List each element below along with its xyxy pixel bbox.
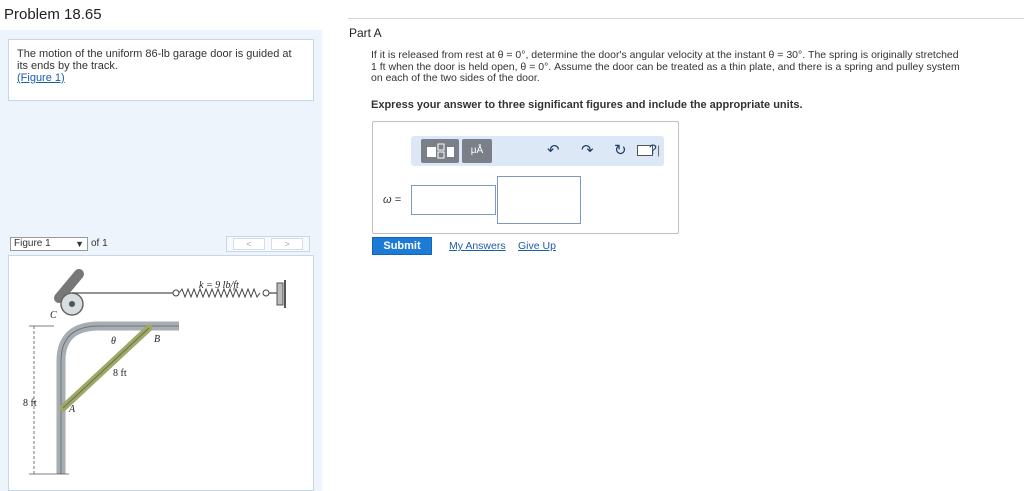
question-line-1: If it is released from rest at θ = 0°, d… — [371, 49, 959, 61]
spring-end-left — [172, 289, 180, 297]
label-b: B — [154, 334, 160, 345]
figure-select[interactable]: Figure 1 ▼ — [10, 237, 88, 251]
answer-instruction: Express your answer to three significant… — [371, 99, 803, 111]
pulley-hub — [69, 301, 75, 307]
garage-door-edge — [62, 327, 150, 409]
part-label: Part A — [349, 26, 382, 40]
reset-icon[interactable]: ↻ — [614, 142, 627, 160]
answer-box: μÅ ↶ ↷ ↻ | ? ω = — [372, 121, 679, 234]
undo-icon[interactable]: ↶ — [547, 142, 560, 160]
garage-door-diagram: C k = 9 lb/ft θ B 8 ft 8 ft A — [23, 269, 286, 475]
spring-constant-label: k = 9 lb/ft — [199, 280, 239, 291]
description-line-1: The motion of the uniform 86-lb garage d… — [17, 48, 292, 60]
problem-description: The motion of the uniform 86-lb garage d… — [8, 39, 314, 101]
omega-label: ω = — [383, 194, 402, 206]
my-answers-link[interactable]: My Answers — [449, 240, 506, 252]
figure-link[interactable]: (Figure 1) — [17, 72, 305, 84]
figure-select-value: Figure 1 — [14, 238, 51, 249]
part-divider — [348, 18, 1024, 19]
label-c: C — [50, 310, 57, 321]
redo-icon[interactable]: ↷ — [581, 142, 594, 160]
figure-image: C k = 9 lb/ft θ B 8 ft 8 ft A — [8, 255, 314, 491]
spring-end-right — [262, 289, 270, 297]
label-a: A — [68, 404, 76, 415]
label-theta: θ — [111, 336, 116, 347]
templates-button[interactable] — [421, 139, 459, 163]
track — [56, 321, 179, 474]
height-label: 8 ft — [23, 398, 37, 409]
wall-anchor — [276, 282, 284, 306]
give-up-link[interactable]: Give Up — [518, 240, 556, 252]
value-input[interactable] — [411, 185, 496, 215]
units-input[interactable] — [497, 176, 581, 224]
problem-title: Problem 18.65 — [4, 6, 102, 23]
help-icon[interactable]: ? — [649, 141, 657, 157]
left-panel: The motion of the uniform 86-lb garage d… — [0, 30, 322, 491]
prev-figure-button[interactable]: < — [233, 238, 265, 250]
door-length-label: 8 ft — [113, 368, 127, 379]
figure-pager: < > — [226, 236, 310, 252]
figure-count: of 1 — [91, 238, 108, 249]
track-edge — [60, 325, 179, 474]
next-figure-button[interactable]: > — [271, 238, 303, 250]
units-button[interactable]: μÅ — [462, 139, 492, 163]
templates-icon — [427, 143, 454, 159]
submit-button[interactable]: Submit — [372, 237, 432, 255]
math-toolbar: μÅ ↶ ↷ ↻ | ? — [411, 136, 664, 166]
figure-navigation: Figure 1 ▼ of 1 < > — [8, 235, 314, 255]
description-line-2: its ends by the track. — [17, 60, 118, 72]
dropdown-caret-icon: ▼ — [75, 239, 84, 249]
question-text: If it is released from rest at θ = 0°, d… — [371, 49, 1019, 85]
question-line-3: on each of the two sides of the door. — [371, 72, 540, 84]
toolbar-separator: | — [657, 143, 661, 157]
